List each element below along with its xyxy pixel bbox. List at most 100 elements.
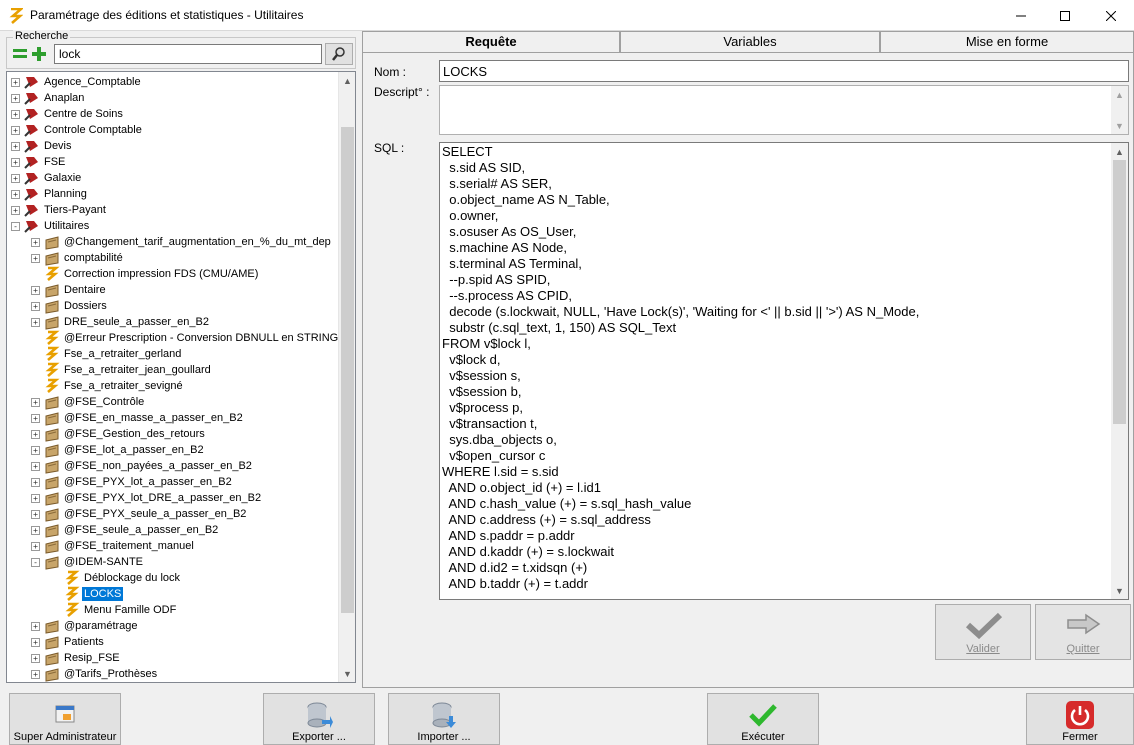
scroll-down-icon[interactable]: ▼ xyxy=(339,665,355,682)
expand-icon[interactable]: + xyxy=(31,669,40,679)
expand-icon[interactable]: + xyxy=(31,525,40,535)
tree-item[interactable]: Fse_a_retraiter_gerland xyxy=(31,346,183,362)
tree-scrollbar[interactable]: ▲ ▼ xyxy=(338,72,355,682)
close-button[interactable] xyxy=(1088,0,1134,31)
tree-item[interactable]: + @FSE_PYX_seule_a_passer_en_B2 xyxy=(31,506,248,522)
tree-item[interactable]: + @FSE_Contrôle xyxy=(31,394,146,410)
collapse-icon[interactable]: - xyxy=(11,221,20,231)
expand-icon[interactable]: + xyxy=(31,429,40,439)
tree-item[interactable]: + @FSE_en_masse_a_passer_en_B2 xyxy=(31,410,245,426)
expand-icon[interactable]: + xyxy=(31,413,40,423)
expand-icon[interactable]: + xyxy=(11,93,20,103)
tree-item[interactable]: + @FSE_PYX_lot_a_passer_en_B2 xyxy=(31,474,234,490)
tree-item[interactable]: + FSE xyxy=(11,154,67,170)
tree-item[interactable]: + Tiers-Payant xyxy=(11,202,108,218)
sql-scroll-thumb[interactable] xyxy=(1113,160,1126,424)
tree-item[interactable]: test xyxy=(31,682,84,683)
collapse-icon[interactable]: - xyxy=(31,557,40,567)
expand-icon[interactable]: + xyxy=(31,445,40,455)
tree-item[interactable]: + Dossiers xyxy=(31,298,109,314)
tree-item[interactable]: + Controle Comptable xyxy=(11,122,144,138)
tree-item[interactable]: + Devis xyxy=(11,138,74,154)
tree-item[interactable]: + Centre de Soins xyxy=(11,106,125,122)
tree-item[interactable]: Fse_a_retraiter_jean_goullard xyxy=(31,362,213,378)
tree-item[interactable]: + Agence_Comptable xyxy=(11,74,143,90)
tree-item[interactable]: + @FSE_non_payées_a_passer_en_B2 xyxy=(31,458,254,474)
expand-icon[interactable]: + xyxy=(11,141,20,151)
tab-requete[interactable]: Requête xyxy=(362,31,620,54)
scroll-down-icon[interactable]: ▼ xyxy=(1111,582,1128,599)
expand-icon[interactable]: + xyxy=(11,173,20,183)
tree-item[interactable]: + Resip_FSE xyxy=(31,650,122,666)
tree-item[interactable]: + @Tarifs_Prothèses xyxy=(31,666,159,682)
search-input[interactable] xyxy=(54,44,322,64)
descript-field[interactable]: ▲ ▼ xyxy=(439,85,1129,135)
expand-icon[interactable]: + xyxy=(11,125,20,135)
tree-scroll-thumb[interactable] xyxy=(341,127,354,613)
expand-icon[interactable]: + xyxy=(31,493,40,503)
expand-icon[interactable]: + xyxy=(11,109,20,119)
report-tree[interactable]: ▲ ▼ + Agence_Comptable + Anaplan + Centre de … xyxy=(6,71,356,683)
expand-icon[interactable]: + xyxy=(31,301,40,311)
expand-icon[interactable]: + xyxy=(11,77,20,87)
expand-icon[interactable]: + xyxy=(31,637,40,647)
quitter-button[interactable]: Quitter xyxy=(1035,604,1131,660)
expand-icon[interactable]: + xyxy=(31,253,40,263)
tree-item[interactable]: + @FSE_lot_a_passer_en_B2 xyxy=(31,442,206,458)
tree-item[interactable]: LOCKS xyxy=(51,586,124,602)
tree-item[interactable]: Menu Famille ODF xyxy=(51,602,178,618)
tree-item[interactable]: + Planning xyxy=(11,186,89,202)
expand-icon[interactable]: + xyxy=(31,461,40,471)
tree-item[interactable]: + Anaplan xyxy=(11,90,86,106)
tab-variables[interactable]: Variables xyxy=(620,31,880,53)
expand-icon[interactable]: + xyxy=(11,157,20,167)
exporter-button[interactable]: Exporter ... xyxy=(263,693,375,745)
expand-icon[interactable]: + xyxy=(31,285,40,295)
tree-item[interactable]: + @FSE_traitement_manuel xyxy=(31,538,196,554)
scroll-up-icon[interactable]: ▲ xyxy=(339,72,355,89)
scroll-down-icon[interactable]: ▼ xyxy=(1111,117,1128,134)
valider-button[interactable]: Valider xyxy=(935,604,1031,660)
expand-icon[interactable]: + xyxy=(31,237,40,247)
tree-item[interactable]: Fse_a_retraiter_sevigné xyxy=(31,378,185,394)
expand-icon[interactable]: + xyxy=(31,541,40,551)
expand-icon[interactable]: + xyxy=(31,317,40,327)
search-button[interactable] xyxy=(325,43,353,65)
sql-scrollbar[interactable]: ▲ ▼ xyxy=(1111,143,1128,599)
tree-item[interactable]: + comptabilité xyxy=(31,250,125,266)
scroll-up-icon[interactable]: ▲ xyxy=(1111,143,1128,160)
tree-item[interactable]: + @FSE_Gestion_des_retours xyxy=(31,426,207,442)
expand-icon[interactable]: + xyxy=(31,621,40,631)
sql-editor[interactable]: SELECT s.sid AS SID, s.serial# AS SER, o… xyxy=(439,142,1129,600)
tree-item[interactable]: + Patients xyxy=(31,634,106,650)
tree-item[interactable]: Correction impression FDS (CMU/AME) xyxy=(31,266,260,282)
tree-item[interactable]: + DRE_seule_a_passer_en_B2 xyxy=(31,314,211,330)
nom-field[interactable] xyxy=(439,60,1129,82)
expand-icon[interactable]: + xyxy=(11,205,20,215)
super-admin-button[interactable]: Super Administrateur xyxy=(9,693,121,745)
tree-item[interactable]: + Galaxie xyxy=(11,170,83,186)
minimize-button[interactable] xyxy=(998,0,1044,31)
expand-all-icon[interactable] xyxy=(31,46,47,62)
tab-mise-en-forme[interactable]: Mise en forme xyxy=(880,31,1134,53)
maximize-button[interactable] xyxy=(1042,0,1088,31)
tree-item[interactable]: + @FSE_PYX_lot_DRE_a_passer_en_B2 xyxy=(31,490,263,506)
tree-item[interactable]: + @paramétrage xyxy=(31,618,140,634)
expand-icon[interactable]: + xyxy=(11,189,20,199)
tree-item[interactable]: Déblockage du lock xyxy=(51,570,182,586)
expand-icon[interactable]: + xyxy=(31,653,40,663)
expand-icon[interactable]: + xyxy=(31,477,40,487)
tree-item[interactable]: - @IDEM-SANTE xyxy=(31,554,145,570)
executer-button[interactable]: Exécuter xyxy=(707,693,819,745)
tree-item[interactable]: + @Changement_tarif_augmentation_en_%_du_… xyxy=(31,234,333,250)
collapse-all-icon[interactable] xyxy=(12,46,28,62)
tree-item[interactable]: + Dentaire xyxy=(31,282,108,298)
tree-item[interactable]: - Utilitaires xyxy=(11,218,91,234)
scroll-up-icon[interactable]: ▲ xyxy=(1111,86,1128,103)
tree-item[interactable]: + @FSE_seule_a_passer_en_B2 xyxy=(31,522,220,538)
tree-item[interactable]: @Erreur Prescription - Conversion DBNULL… xyxy=(31,330,340,346)
expand-icon[interactable]: + xyxy=(31,397,40,407)
importer-button[interactable]: Importer ... xyxy=(388,693,500,745)
descript-scrollbar[interactable]: ▲ ▼ xyxy=(1111,86,1128,134)
expand-icon[interactable]: + xyxy=(31,509,40,519)
